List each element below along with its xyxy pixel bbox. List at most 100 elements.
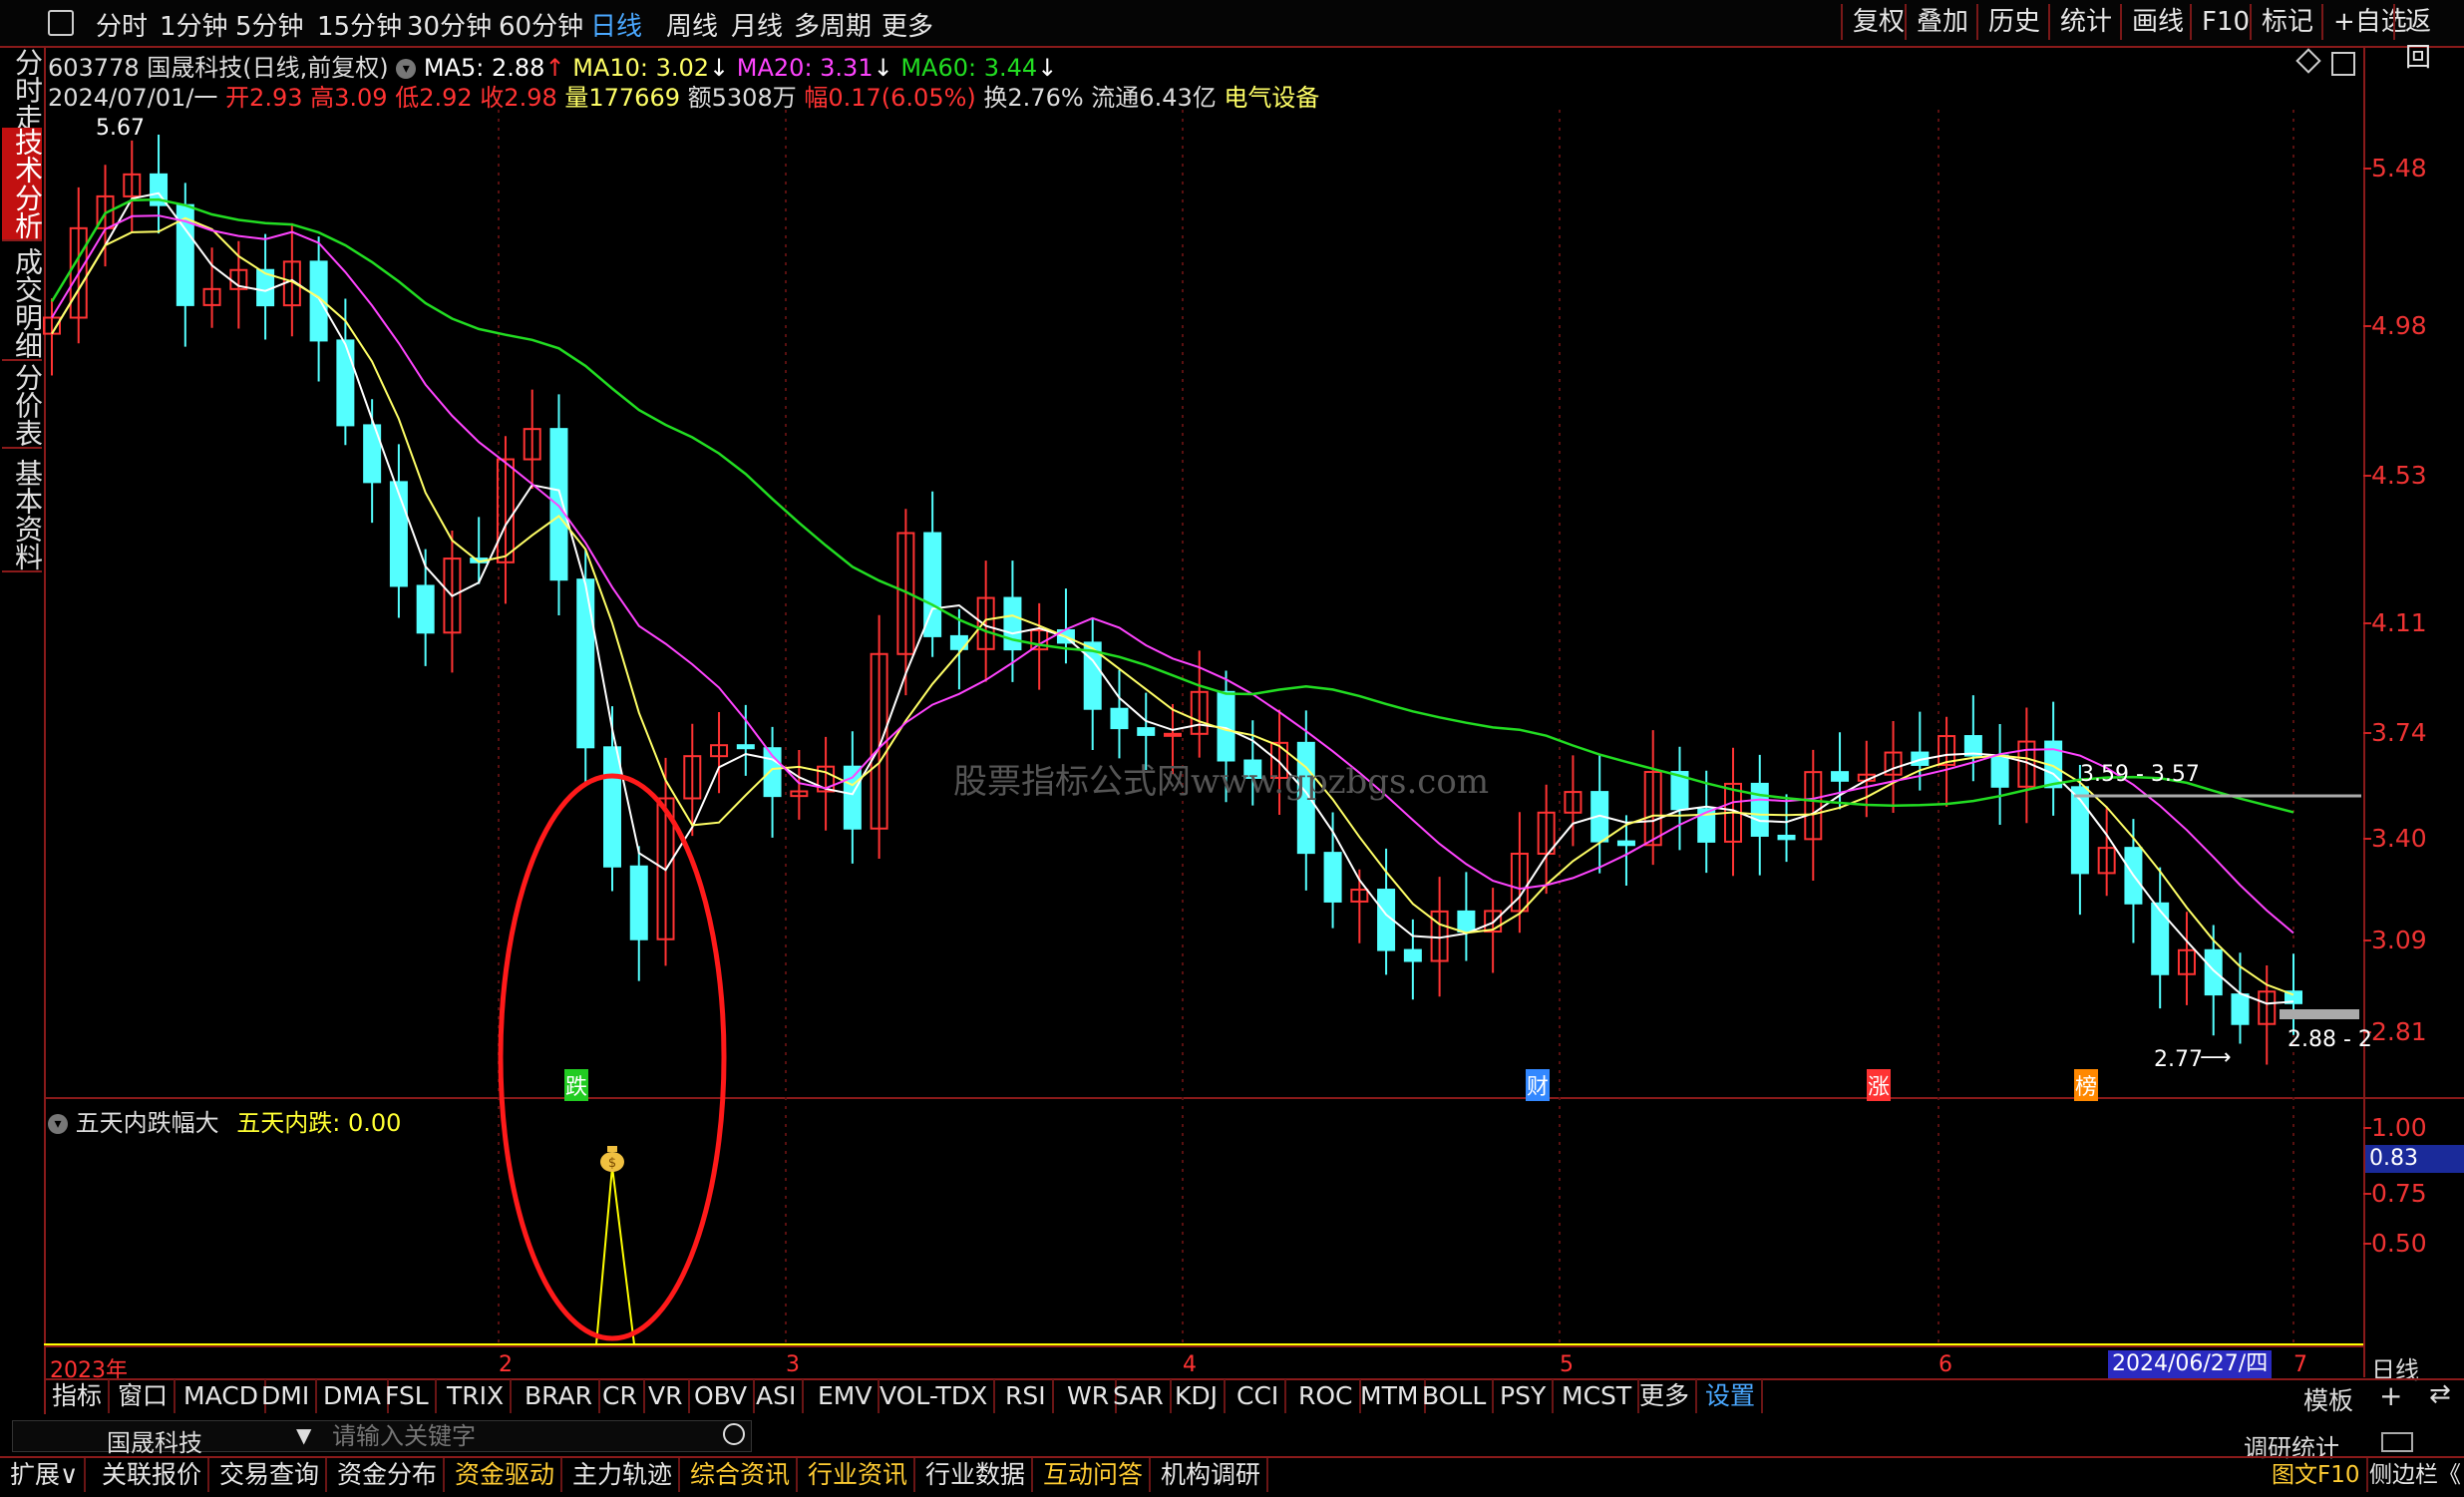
event-marker-2[interactable]: 涨 (1867, 1069, 1891, 1101)
search-icon[interactable] (723, 1423, 745, 1445)
indicator-tick-mark (2363, 1127, 2371, 1129)
money-bag-icon: $ (598, 1143, 626, 1173)
ma20-line (51, 214, 2294, 935)
indicator-tab-cci[interactable]: CCI (1231, 1379, 1287, 1413)
candle-body (1831, 771, 1850, 782)
candle-body (2204, 948, 2223, 996)
stock-selector[interactable]: 国晟科技 ▼ (12, 1420, 752, 1457)
footer-tab-6[interactable]: 综合资讯 (684, 1458, 799, 1492)
candle-body (389, 481, 408, 587)
indicator-header: ▾ 五天内跌幅大 五天内跌: 0.00 (48, 1103, 401, 1138)
indicator-tab-设置[interactable]: 设置 (1699, 1379, 1764, 1413)
indicator-tick-label: 0.75 (2371, 1179, 2427, 1208)
price-tick-mark (2363, 939, 2371, 941)
footer-right-0[interactable]: 图文F10 (2266, 1458, 2368, 1492)
indicator-tab-指标[interactable]: 指标 (46, 1379, 111, 1413)
layout-icon[interactable] (2381, 1432, 2413, 1452)
candle-body (1403, 948, 1422, 962)
event-marker-1[interactable]: 财 (1526, 1069, 1550, 1101)
footer-tab-5[interactable]: 主力轨迹 (566, 1458, 681, 1492)
footer-tab-1[interactable]: 关联报价 (96, 1458, 210, 1492)
footer-tab-3[interactable]: 资金分布 (331, 1458, 446, 1492)
event-marker-0[interactable]: 跌 (564, 1069, 588, 1101)
indicator-tab-psy[interactable]: PSY (1494, 1379, 1555, 1413)
price-tick-mark (2363, 838, 2371, 840)
indicator-tab-mcst[interactable]: MCST (1556, 1379, 1640, 1413)
indicator-tab-brar[interactable]: BRAR (519, 1379, 600, 1413)
candle-body (603, 746, 621, 868)
last-price-bar (2280, 1009, 2359, 1019)
indicator-tab-sar[interactable]: SAR (1107, 1379, 1172, 1413)
candle-body (336, 339, 355, 427)
candle-body (576, 578, 595, 749)
candle-body (416, 584, 435, 634)
indicator-value: 五天内跌: 0.00 (236, 1109, 402, 1137)
dropdown-icon[interactable]: ▼ (296, 1423, 311, 1447)
indicator-tab-vr[interactable]: VR (642, 1379, 691, 1413)
high-price-label: 5.67 (96, 116, 145, 141)
footer-tab-9[interactable]: 互动问答 (1037, 1458, 1152, 1492)
add-icon[interactable]: + (2379, 1379, 2402, 1412)
footer-tab-0[interactable]: 扩展∨ (4, 1458, 87, 1492)
indicator-tab-emv[interactable]: EMV (812, 1379, 880, 1413)
indicator-tab-vol-tdx[interactable]: VOL-TDX (874, 1379, 996, 1413)
price-tick-label: 3.09 (2371, 926, 2427, 954)
indicator-title[interactable]: 五天内跌幅大 (76, 1109, 219, 1137)
price-tick-label: 3.40 (2371, 824, 2427, 853)
indicator-tick-mark (2363, 1193, 2371, 1195)
candle-body (549, 428, 568, 581)
watermark: 股票指标公式网www.gpzbgs.com (953, 762, 1490, 802)
indicator-tab-macd[interactable]: MACD (177, 1379, 266, 1413)
indicator-tab-trix[interactable]: TRIX (441, 1379, 513, 1413)
search-input[interactable] (330, 1423, 713, 1449)
switch-icon[interactable]: ⇄ (2429, 1379, 2451, 1409)
price-tick-label: 5.48 (2371, 154, 2427, 183)
price-tick-label: 3.74 (2371, 718, 2427, 747)
indicator-tab-roc[interactable]: ROC (1292, 1379, 1361, 1413)
candle-body (1137, 727, 1156, 736)
candle-body (629, 865, 648, 940)
indicator-tab-cr[interactable]: CR (596, 1379, 645, 1413)
price-tick-mark (2363, 622, 2371, 624)
indicator-collapse-icon[interactable]: ▾ (48, 1114, 68, 1134)
ma10-line (51, 216, 2294, 996)
indicator-tick-label: 1.00 (2371, 1113, 2427, 1142)
low-arrow-icon: ⟶ (2200, 1045, 2232, 1070)
x-axis-label: 6 (1938, 1352, 1952, 1377)
indicator-tab-fsl[interactable]: FSL (379, 1379, 437, 1413)
footer-tab-10[interactable]: 机构调研 (1155, 1458, 1269, 1492)
price-tick-mark (2363, 475, 2371, 477)
x-axis-label: 4 (1183, 1352, 1197, 1377)
event-marker-3[interactable]: 榜 (2074, 1069, 2098, 1101)
kline-chart[interactable] (0, 0, 2464, 1495)
indicator-tab-obv[interactable]: OBV (688, 1379, 756, 1413)
candle-body (736, 744, 755, 750)
candle-body (1457, 910, 1476, 934)
footer-right-1[interactable]: 侧边栏《 (2363, 1458, 2464, 1492)
candle-body (1217, 690, 1235, 762)
price-tick-mark (2363, 168, 2371, 170)
footer-tab-2[interactable]: 交易查询 (213, 1458, 328, 1492)
indicator-tab-asi[interactable]: ASI (750, 1379, 805, 1413)
candle-body (1750, 782, 1769, 837)
candle-body (1164, 732, 1182, 737)
indicator-tab-dmi[interactable]: DMI (255, 1379, 318, 1413)
indicator-spike (595, 1166, 635, 1345)
indicator-tab-窗口[interactable]: 窗口 (112, 1379, 176, 1413)
indicator-tick-mark (2363, 1243, 2371, 1245)
footer-tab-4[interactable]: 资金驱动 (449, 1458, 563, 1492)
range-price-label: 3.59 - 3.57 (2080, 762, 2200, 787)
indicator-tab-rsi[interactable]: RSI (999, 1379, 1054, 1413)
indicator-tab-kdj[interactable]: KDJ (1169, 1379, 1227, 1413)
svg-text:$: $ (608, 1156, 616, 1171)
price-tick-label: 4.11 (2371, 608, 2427, 637)
candle-body (2231, 993, 2250, 1025)
indicator-tab-更多[interactable]: 更多 (1633, 1379, 1698, 1413)
footer-tab-8[interactable]: 行业数据 (919, 1458, 1034, 1492)
indicator-tab-boll[interactable]: BOLL (1416, 1379, 1495, 1413)
template-button[interactable]: 模板 (2303, 1381, 2353, 1417)
footer-tab-7[interactable]: 行业资讯 (802, 1458, 916, 1492)
x-axis-label: 7 (2293, 1352, 2307, 1377)
candle-body (1616, 840, 1635, 847)
price-tick-mark (2363, 732, 2371, 734)
